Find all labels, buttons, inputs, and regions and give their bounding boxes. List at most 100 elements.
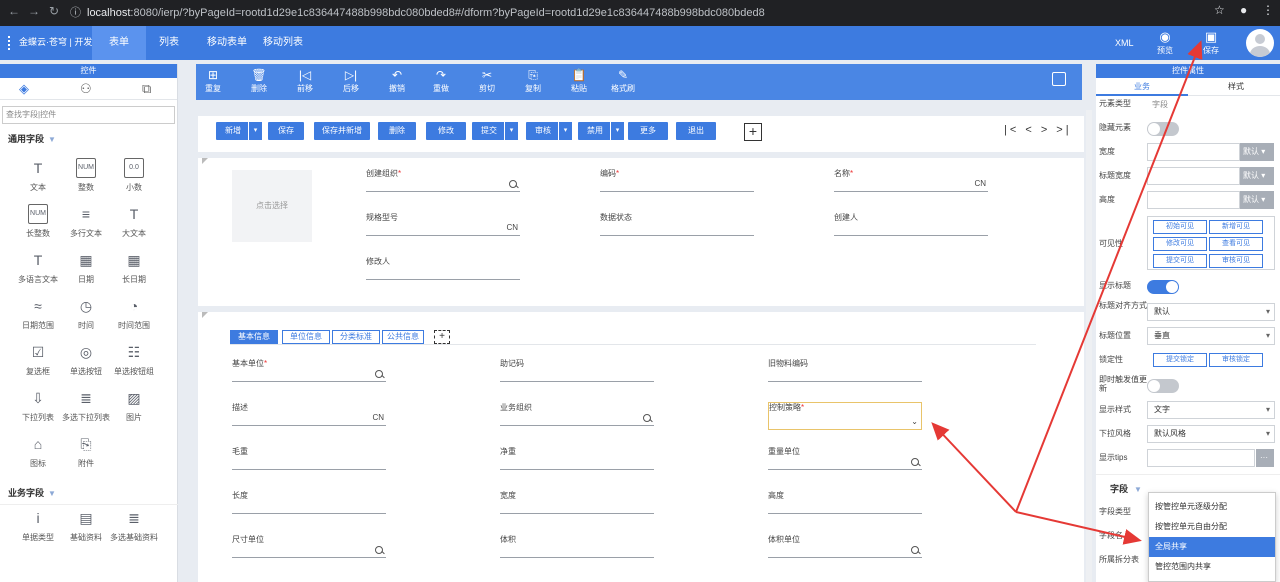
toolbar-button[interactable]: ▷| 后移	[338, 68, 364, 94]
tab-list[interactable]: 列表	[146, 26, 192, 60]
palette-item[interactable]: ▨ 图片	[106, 388, 162, 423]
sub-tab[interactable]: 公共信息	[382, 330, 424, 344]
toolbar-button[interactable]: 🗑 删除	[246, 68, 272, 94]
xml-button[interactable]: XML	[1115, 26, 1134, 60]
palette-item[interactable]: ≣ 多选基础资料	[106, 508, 162, 543]
lock-submit-button[interactable]: 提交锁定	[1153, 353, 1207, 367]
sub-tab[interactable]: 单位信息	[282, 330, 330, 344]
modify-button[interactable]: 修改	[426, 122, 466, 140]
audit-button[interactable]: 审核 ▾	[526, 122, 572, 140]
dropdown-option[interactable]: 按管控单元逐级分配	[1149, 497, 1275, 517]
form-field[interactable]: 体积	[500, 534, 654, 558]
preview-button[interactable]: ◉ 预览	[1150, 29, 1180, 56]
title-align-select[interactable]: 默认	[1147, 303, 1275, 321]
search-icon[interactable]	[509, 180, 518, 189]
width-unit-select[interactable]: 默认 ▾	[1240, 143, 1274, 161]
field-section-header[interactable]: 字段 ▼	[1110, 482, 1142, 495]
back-icon[interactable]: ←	[6, 4, 22, 18]
language-suffix[interactable]: CN	[372, 413, 384, 422]
add-button-plus[interactable]: +	[744, 123, 762, 141]
chevron-down-icon[interactable]: ⌄	[911, 417, 918, 426]
tab-style[interactable]: 样式	[1228, 81, 1244, 92]
height-unit-select[interactable]: 默认 ▾	[1240, 191, 1274, 209]
visible-view-button[interactable]: 查看可见	[1209, 237, 1263, 251]
add-tab-plus[interactable]: +	[434, 330, 450, 344]
form-field[interactable]: 宽度	[500, 490, 654, 514]
tips-more-button[interactable]: ···	[1256, 449, 1274, 467]
palette-item[interactable]: 0.0 小数	[106, 158, 162, 193]
form-field[interactable]: 控制策略* ⌄	[768, 402, 922, 430]
toolbar-button[interactable]: ↶ 撤销	[384, 68, 410, 94]
form-field[interactable]: 助记码	[500, 358, 654, 382]
visible-audit-button[interactable]: 审核可见	[1209, 254, 1263, 268]
form-field[interactable]: 毛重	[232, 446, 386, 470]
search-icon[interactable]	[375, 546, 384, 555]
form-field[interactable]: 修改人	[366, 256, 520, 280]
toolbar-button[interactable]: ⎘ 复制	[520, 68, 546, 94]
title-width-unit-select[interactable]: 默认 ▾	[1240, 167, 1274, 185]
width-input[interactable]	[1147, 143, 1240, 161]
layers-icon[interactable]: ◈	[19, 81, 29, 97]
bookmark-star-icon[interactable]: ☆	[1214, 3, 1225, 17]
language-suffix[interactable]: CN	[506, 223, 518, 232]
language-suffix[interactable]: CN	[974, 179, 986, 188]
visible-new-button[interactable]: 新增可见	[1209, 220, 1263, 234]
profile-icon[interactable]: ●	[1240, 3, 1247, 17]
form-field[interactable]: 高度	[768, 490, 922, 514]
search-icon[interactable]	[911, 458, 920, 467]
hide-toggle[interactable]	[1147, 122, 1179, 136]
form-field[interactable]: 业务组织	[500, 402, 654, 426]
form-field[interactable]: 数据状态	[600, 212, 754, 236]
tab-form[interactable]: 表单	[92, 26, 146, 60]
form-field[interactable]: 体积单位	[768, 534, 922, 558]
title-width-input[interactable]	[1147, 167, 1240, 185]
save-button[interactable]: ▣ 保存	[1196, 29, 1226, 56]
form-save-button[interactable]: 保存	[268, 122, 304, 140]
submit-button[interactable]: 提交 ▾	[472, 122, 518, 140]
avatar[interactable]	[1246, 29, 1274, 57]
form-field[interactable]: 净重	[500, 446, 654, 470]
title-position-select[interactable]: 垂直	[1147, 327, 1275, 345]
control-search-input[interactable]: 查找字段|控件	[2, 106, 175, 124]
search-icon[interactable]	[375, 370, 384, 379]
reload-icon[interactable]: ↻	[46, 4, 62, 18]
tab-mobile-list[interactable]: 移动列表	[256, 26, 310, 60]
height-input[interactable]	[1147, 191, 1240, 209]
tree-icon[interactable]: ⚇	[80, 81, 92, 97]
show-title-toggle[interactable]	[1147, 280, 1179, 294]
visible-initial-button[interactable]: 初始可见	[1153, 220, 1207, 234]
toolbar-button[interactable]: 📋 粘贴	[566, 68, 592, 94]
group-business-fields[interactable]: 业务字段 ▼	[0, 482, 56, 504]
form-field[interactable]: 长度	[232, 490, 386, 514]
tab-mobile-form[interactable]: 移动表单	[200, 26, 254, 60]
form-field[interactable]: 名称* CN	[834, 168, 988, 192]
save-and-new-button[interactable]: 保存并新增	[314, 122, 370, 140]
palette-item[interactable]: ◔ 时间范围	[106, 296, 162, 331]
dropdown-option[interactable]: 管控范围内共享	[1149, 557, 1275, 577]
toolbar-button[interactable]: ✂ 剪切	[474, 68, 500, 94]
chevron-down-icon[interactable]: ▾	[504, 122, 518, 140]
form-field[interactable]: 旧物料编码	[768, 358, 922, 382]
form-field[interactable]: 重量单位	[768, 446, 922, 470]
menu-icon[interactable]: ⋮	[1262, 3, 1274, 17]
form-field[interactable]: 规格型号 CN	[366, 212, 520, 236]
form-field[interactable]: 描述 CN	[232, 402, 386, 426]
dropdown-option[interactable]: 按管控单元自由分配	[1149, 517, 1275, 537]
tips-input[interactable]	[1147, 449, 1255, 467]
lock-audit-button[interactable]: 审核锁定	[1209, 353, 1263, 367]
toolbar-button[interactable]: ↷ 重做	[428, 68, 454, 94]
form-field[interactable]: 尺寸单位	[232, 534, 386, 558]
form-field[interactable]: 基本单位*	[232, 358, 386, 382]
forward-icon[interactable]: →	[26, 4, 42, 18]
new-button[interactable]: 新增 ▾	[216, 122, 262, 140]
chevron-down-icon[interactable]: ▾	[558, 122, 572, 140]
address-bar[interactable]: ⓘ localhost:8080/ierp/?byPageId=rootd1d29…	[70, 4, 765, 22]
instant-update-toggle[interactable]	[1147, 379, 1179, 393]
search-icon[interactable]	[643, 414, 652, 423]
fullscreen-icon[interactable]	[1052, 72, 1066, 86]
group-common-fields[interactable]: 通用字段 ▼	[0, 128, 177, 150]
record-pager[interactable]: |< < > >|	[1004, 124, 1072, 136]
toolbar-button[interactable]: ✎ 格式刷	[610, 68, 636, 94]
palette-item[interactable]: ▦ 长日期	[106, 250, 162, 285]
copy-icon[interactable]: ⧉	[142, 81, 151, 97]
